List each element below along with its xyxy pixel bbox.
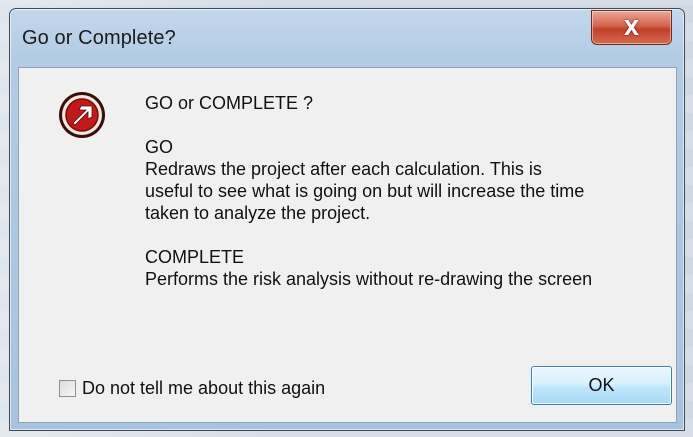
complete-heading: COMPLETE <box>145 247 245 267</box>
dont-tell-again-checkbox[interactable] <box>59 380 76 397</box>
dont-tell-again-label[interactable]: Do not tell me about this again <box>82 378 325 399</box>
dont-tell-again-option[interactable]: Do not tell me about this again <box>59 378 325 399</box>
go-description-line-3: taken to analyze the project. <box>145 203 371 223</box>
title-bar[interactable]: Go or Complete? X <box>10 9 684 67</box>
close-button[interactable]: X <box>591 10 672 45</box>
message-text: GO or COMPLETE ? GO Redraws the project … <box>145 92 665 290</box>
go-or-complete-dialog: Go or Complete? X GO or COMPLETE ? GO Re… <box>9 8 685 431</box>
red-arrow-circle-icon <box>57 90 107 140</box>
close-icon: X <box>623 15 640 40</box>
question-text: GO or COMPLETE ? <box>145 93 314 113</box>
dialog-body: GO or COMPLETE ? GO Redraws the project … <box>18 67 677 423</box>
ok-button[interactable]: OK <box>531 366 672 405</box>
complete-description: Performs the risk analysis without re-dr… <box>145 269 593 289</box>
dialog-title: Go or Complete? <box>22 27 176 49</box>
go-description-line-1: Redraws the project after each calculati… <box>145 159 542 179</box>
go-heading: GO <box>145 137 174 157</box>
go-description-line-2: useful to see what is going on but will … <box>145 181 585 201</box>
ok-button-label: OK <box>588 375 615 395</box>
